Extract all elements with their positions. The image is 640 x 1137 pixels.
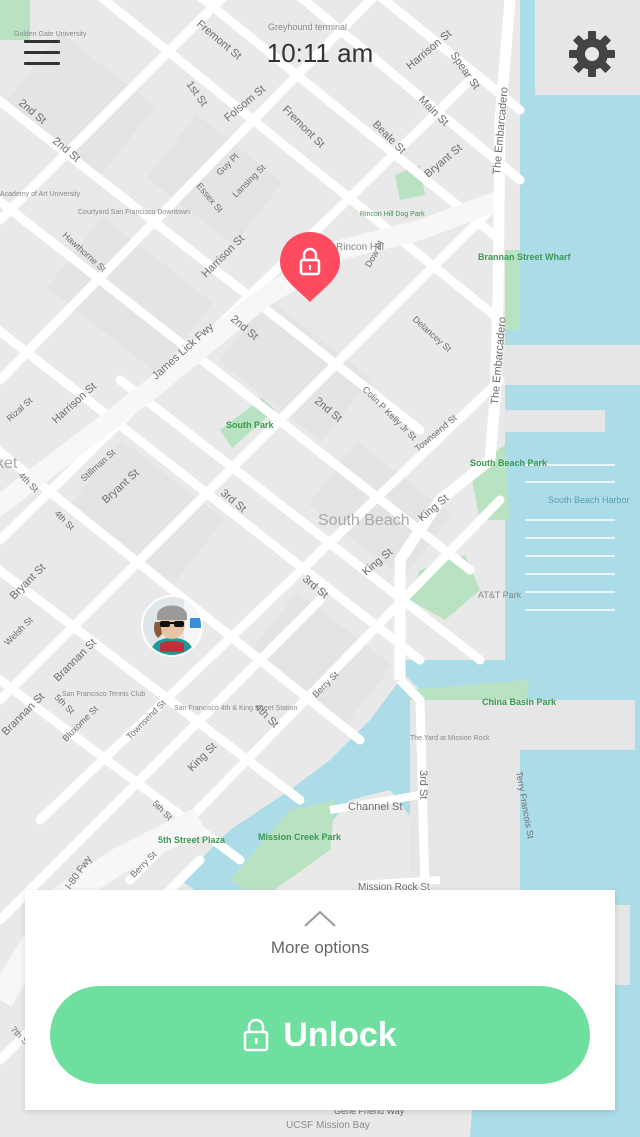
user-location-avatar[interactable] [140,594,204,658]
street-label: 3rd St [417,770,429,799]
park-label: China Basin Park [482,697,557,707]
bike-location-pin[interactable] [278,230,342,304]
park-label: 5th Street Plaza [158,835,226,845]
bottom-panel: More options Unlock [25,890,615,1110]
unlock-button[interactable]: Unlock [50,986,590,1084]
lock-pin-icon [280,232,340,302]
park-label: South Park [226,420,275,430]
padlock-icon [244,1018,269,1052]
street-label: Channel St [348,801,402,813]
place-label: Courtyard San Francisco Downtown [78,209,190,216]
place-label: Rincon Hill [336,242,384,253]
app-screen: Fremont St Harrison St Spear St 1st St F… [0,0,640,1137]
more-options-label: More options [270,938,370,957]
clock-time: 10:11 am [266,38,374,68]
neighborhood-label: ket [0,455,18,472]
harbor-label: South Beach Harbor [548,495,630,505]
place-label: The Yard at Mission Rock [410,735,490,742]
avatar [141,595,203,657]
place-label: San Francisco Tennis Club [62,691,145,698]
park-label: South Beach Park [470,458,548,468]
place-label: Rincon Hill Dog Park [360,211,425,218]
place-label: San Francisco 4th & King Street Station [174,705,297,712]
chevron-up-icon [304,910,336,927]
more-options-button[interactable]: More options [25,908,615,968]
settings-button[interactable] [566,28,618,80]
gear-icon [569,31,615,77]
neighborhood-label: South Beach [318,512,410,529]
unlock-label: Unlock [283,1015,397,1054]
park-label: Brannan Street Wharf [478,252,572,262]
top-bar: 10:11 am [0,0,640,110]
place-label: AT&T Park [478,590,522,600]
place-label: Academy of Art University [0,191,81,198]
place-label: UCSF Mission Bay [286,1120,370,1131]
park-label: Mission Creek Park [258,832,342,842]
